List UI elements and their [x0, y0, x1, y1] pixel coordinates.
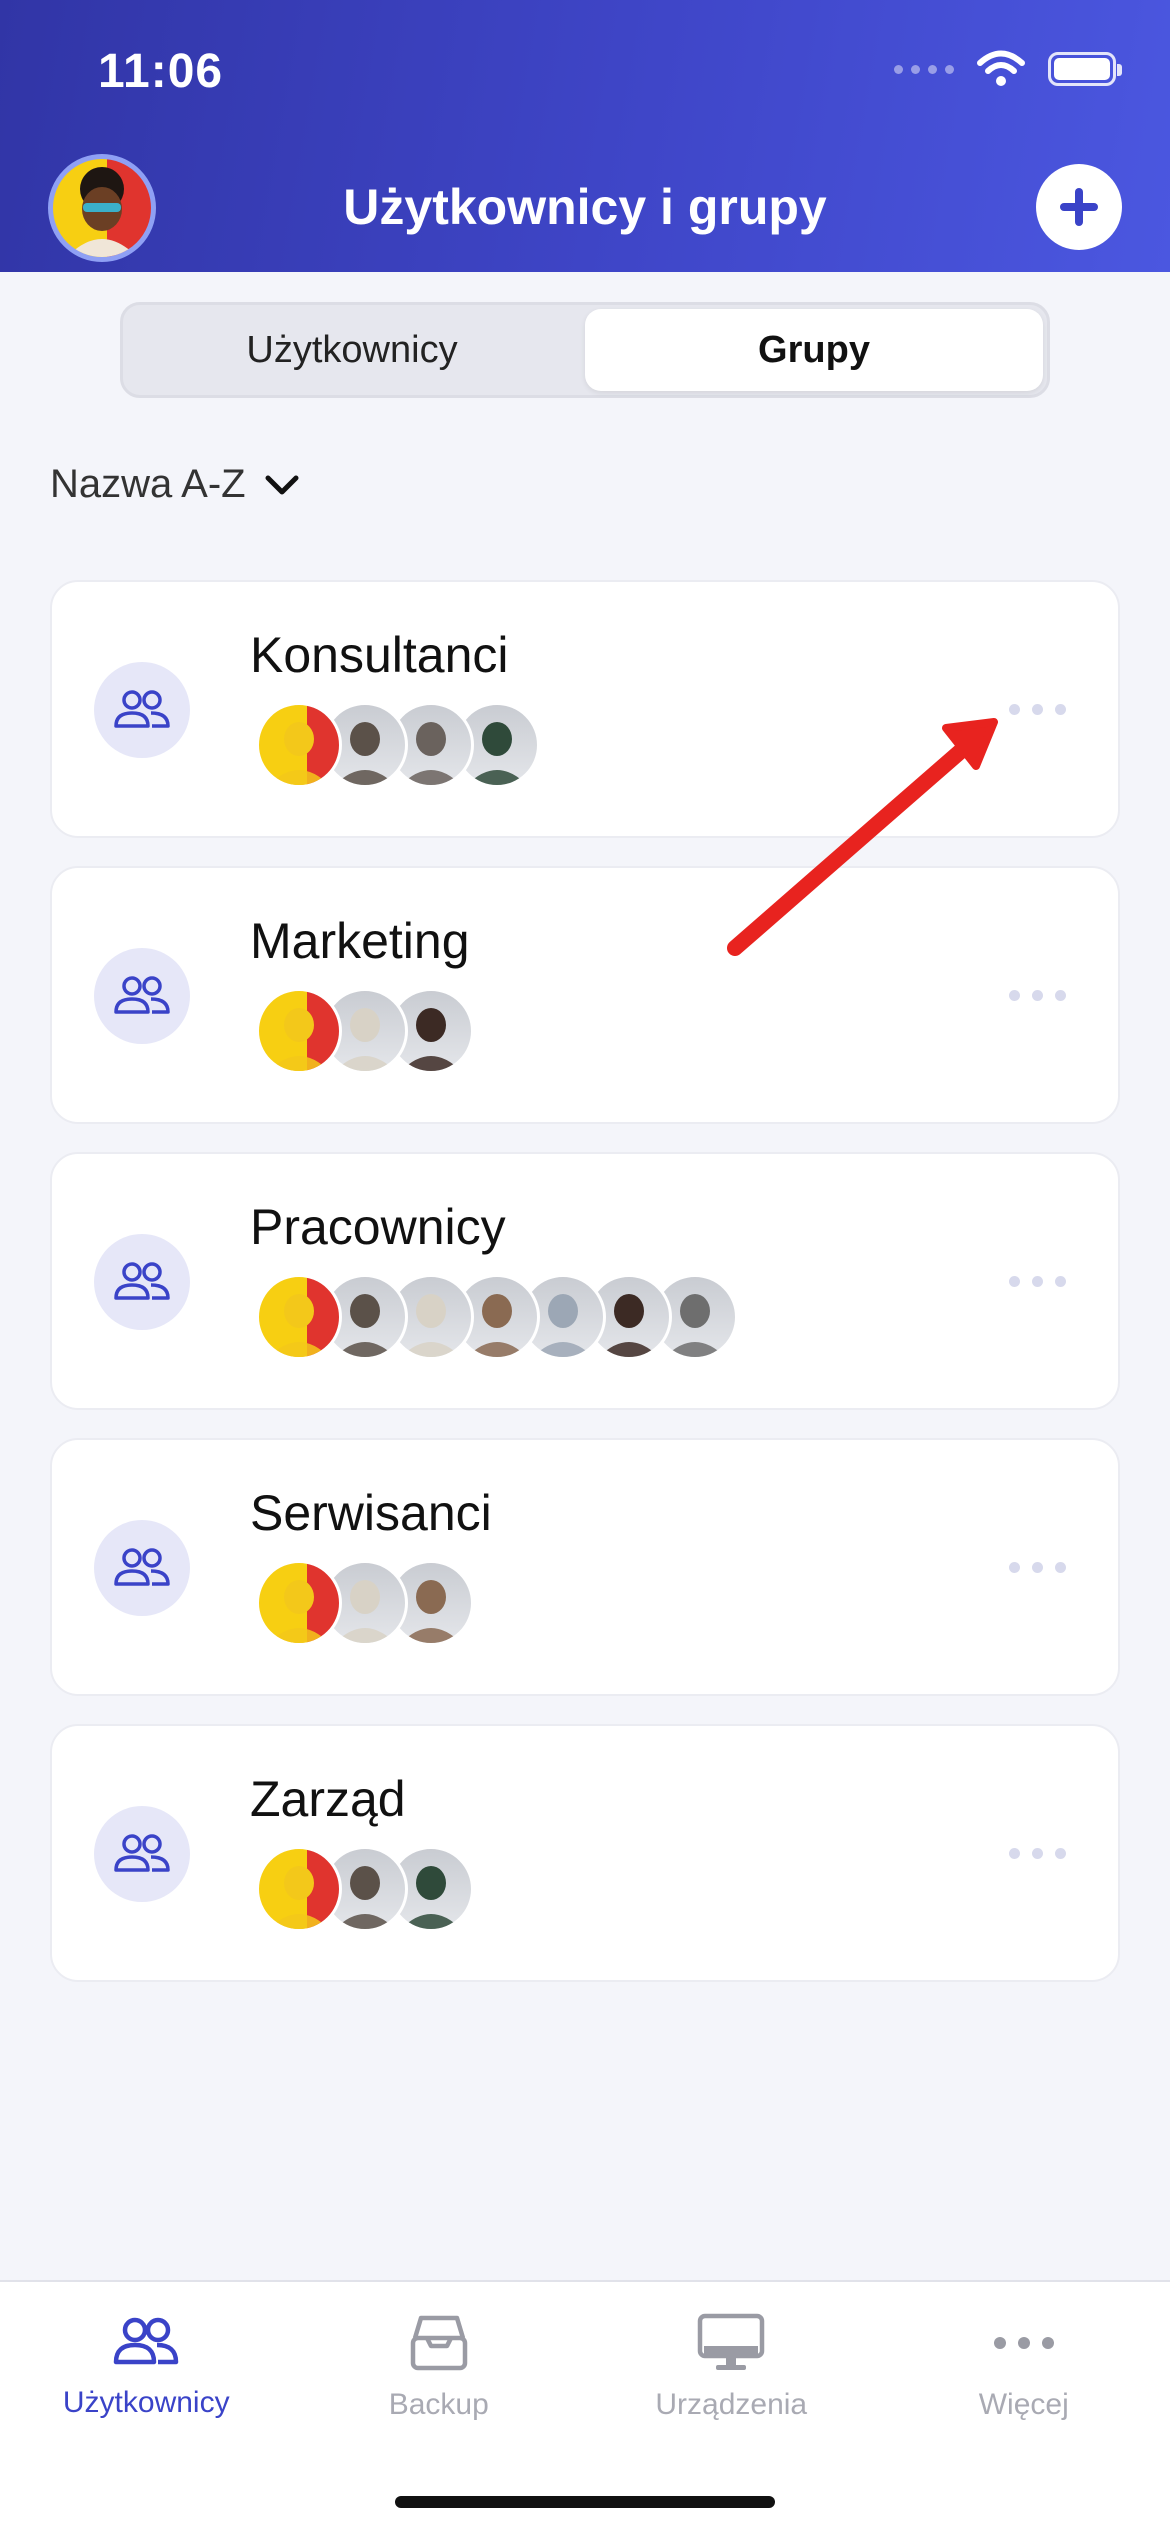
bottom-tab-bar: Użytkownicy Backup Urządzenia Więcej [0, 2280, 1170, 2532]
screen: 11:06 Użytkownicy i grupy Użytkownicy Gr… [0, 0, 1170, 2532]
monitor-icon [698, 2313, 765, 2370]
group-name: Pracownicy [250, 1199, 506, 1255]
group-more-options-button[interactable] [1009, 704, 1066, 715]
group-icon [94, 662, 190, 758]
group-icon [94, 948, 190, 1044]
member-avatar [256, 1274, 342, 1360]
group-icon [94, 1520, 190, 1616]
users-icon [114, 2317, 179, 2365]
cellular-signal-icon [894, 64, 954, 74]
users-groups-segmented-control: Użytkownicy Grupy [120, 302, 1050, 398]
add-button[interactable] [1036, 164, 1122, 250]
tab-label: Użytkownicy [62, 2386, 230, 2419]
tab-users[interactable]: Użytkownicy [123, 305, 581, 395]
tab-label: Urządzenia [655, 2388, 808, 2421]
member-avatar [256, 1560, 342, 1646]
member-avatars [256, 702, 540, 788]
status-icons [894, 50, 1122, 88]
page-title: Użytkownicy i grupy [343, 179, 827, 235]
group-more-options-button[interactable] [1009, 1562, 1066, 1573]
app-header: 11:06 Użytkownicy i grupy [0, 0, 1170, 272]
member-avatars [256, 1274, 738, 1360]
tab-backup[interactable]: Backup [293, 2282, 586, 2532]
tab-label: Więcej [978, 2388, 1069, 2421]
group-more-options-button[interactable] [1009, 1276, 1066, 1287]
group-name: Marketing [250, 913, 470, 969]
tab-users-nav[interactable]: Użytkownicy [0, 2282, 293, 2532]
member-avatar [256, 988, 342, 1074]
member-avatar [256, 1846, 342, 1932]
group-name: Serwisanci [250, 1485, 492, 1541]
group-card[interactable]: Marketing [50, 866, 1120, 1124]
tab-label: Backup [388, 2388, 489, 2421]
more-dots-icon [993, 2337, 1054, 2349]
tab-more[interactable]: Więcej [878, 2282, 1170, 2532]
wifi-icon [977, 50, 1025, 86]
member-avatars [256, 988, 474, 1074]
battery-icon [1048, 52, 1122, 86]
chevron-down-icon [265, 475, 299, 494]
status-time: 11:06 [98, 45, 224, 98]
archive-box-icon [410, 2315, 467, 2371]
member-avatars [256, 1846, 474, 1932]
group-card[interactable]: Zarząd [50, 1724, 1120, 1982]
group-card[interactable]: Serwisanci [50, 1438, 1120, 1696]
group-name: Zarząd [250, 1771, 406, 1827]
group-icon [94, 1234, 190, 1330]
plus-icon [1060, 188, 1098, 226]
sort-label: Nazwa A-Z [50, 462, 246, 506]
group-more-options-button[interactable] [1009, 990, 1066, 1001]
group-card[interactable]: Konsultanci [50, 580, 1120, 838]
member-avatar [256, 702, 342, 788]
group-name: Konsultanci [250, 627, 509, 683]
group-more-options-button[interactable] [1009, 1848, 1066, 1859]
home-indicator [395, 2496, 775, 2508]
tab-groups[interactable]: Grupy [585, 309, 1043, 391]
tab-devices[interactable]: Urządzenia [585, 2282, 878, 2532]
sort-dropdown[interactable]: Nazwa A-Z [50, 462, 300, 507]
group-icon [94, 1806, 190, 1902]
group-card[interactable]: Pracownicy [50, 1152, 1120, 1410]
member-avatars [256, 1560, 474, 1646]
